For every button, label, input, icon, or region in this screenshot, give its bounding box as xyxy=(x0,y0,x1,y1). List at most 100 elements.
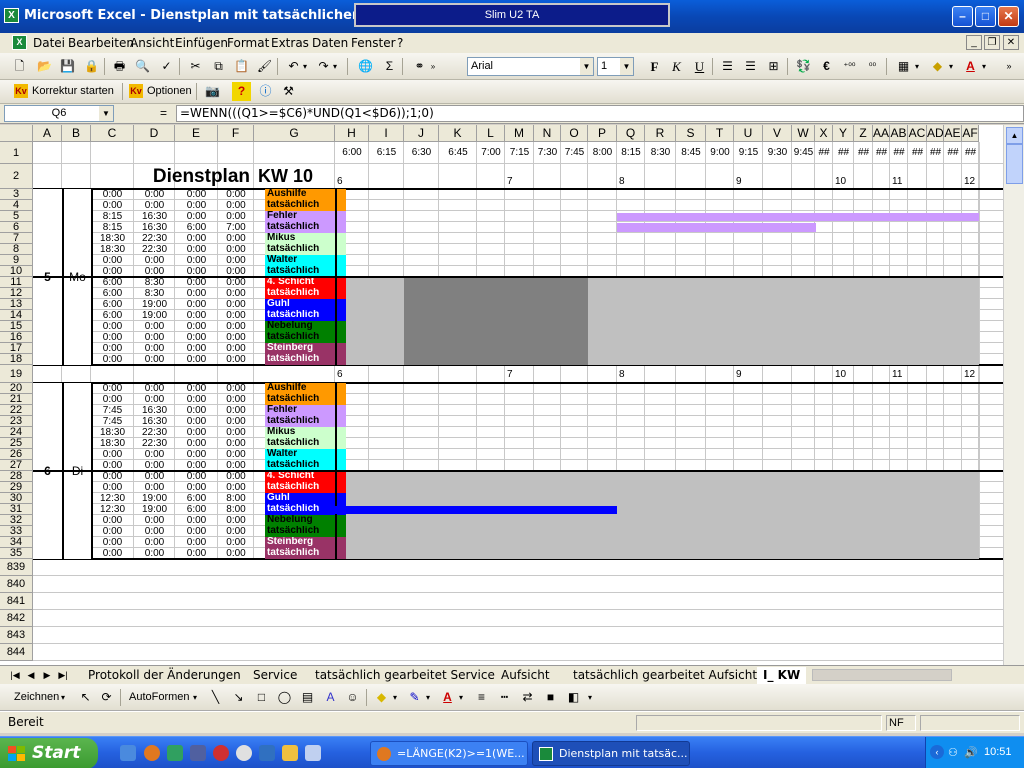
time-cell[interactable]: 0:00 xyxy=(175,439,218,449)
autoformen-menu[interactable]: AutoFormen xyxy=(129,691,190,703)
column-header[interactable]: I xyxy=(369,125,404,142)
euro-icon[interactable]: € xyxy=(817,57,836,76)
time-cell[interactable]: 0:00 xyxy=(218,289,254,299)
time-cell[interactable]: 0:00 xyxy=(175,201,218,211)
time-cell[interactable]: 22:30 xyxy=(134,234,175,244)
doc-close-button[interactable]: ✕ xyxy=(1003,35,1019,50)
rotate-icon[interactable]: ⟳ xyxy=(97,688,116,707)
time-cell[interactable]: 6:00 xyxy=(91,300,134,310)
line-color-icon[interactable]: ✎ xyxy=(405,688,424,707)
row-header[interactable]: 842 xyxy=(0,610,33,627)
time-cell[interactable]: 0:00 xyxy=(218,395,254,405)
column-header[interactable]: C xyxy=(91,125,134,142)
time-cell[interactable]: 7:00 xyxy=(218,223,254,233)
row-header[interactable]: 20 xyxy=(0,383,33,394)
time-cell[interactable]: 0:00 xyxy=(218,527,254,537)
time-cell[interactable]: 16:30 xyxy=(134,223,175,233)
row-header[interactable]: 840 xyxy=(0,576,33,593)
next-sheet-icon[interactable]: ▶ xyxy=(40,668,54,682)
time-cell[interactable]: 0:00 xyxy=(134,472,175,482)
column-header[interactable]: T xyxy=(706,125,734,142)
app-icon[interactable] xyxy=(190,745,206,761)
time-cell[interactable]: 22:30 xyxy=(134,428,175,438)
time-cell[interactable]: 0:00 xyxy=(218,549,254,559)
row-header[interactable]: 21 xyxy=(0,394,33,405)
row-header[interactable]: 19 xyxy=(0,365,33,383)
time-cell[interactable]: 8:00 xyxy=(218,505,254,515)
column-header[interactable]: Y xyxy=(833,125,854,142)
row-header[interactable]: 844 xyxy=(0,644,33,661)
time-cell[interactable]: 0:00 xyxy=(134,190,175,200)
chevron-down-icon[interactable]: ▾ xyxy=(190,688,200,707)
row-header[interactable]: 17 xyxy=(0,343,33,354)
doc-minimize-button[interactable]: _ xyxy=(966,35,982,50)
menu-fenster[interactable]: Fenster xyxy=(351,36,396,50)
menu-datei[interactable]: Datei xyxy=(33,36,65,50)
row-header[interactable]: 8 xyxy=(0,244,33,255)
app-icon[interactable] xyxy=(259,745,275,761)
line-style-icon[interactable]: ≡ xyxy=(472,688,491,707)
column-header[interactable]: AF xyxy=(962,125,979,142)
menu-ansicht[interactable]: Ansicht xyxy=(130,36,174,50)
time-cell[interactable]: 0:00 xyxy=(134,256,175,266)
row-header[interactable]: 23 xyxy=(0,416,33,427)
row-header[interactable]: 15 xyxy=(0,321,33,332)
time-cell[interactable]: 16:30 xyxy=(134,212,175,222)
time-cell[interactable]: 18:30 xyxy=(91,439,134,449)
camera-icon[interactable]: 📷 xyxy=(203,82,222,101)
increase-decimal-icon[interactable]: ⁺⁰⁰ xyxy=(840,57,859,76)
time-cell[interactable]: 0:00 xyxy=(91,355,134,365)
column-header[interactable]: S xyxy=(676,125,706,142)
time-cell[interactable]: 0:00 xyxy=(134,549,175,559)
row-header[interactable]: 14 xyxy=(0,310,33,321)
time-cell[interactable]: 6:00 xyxy=(175,494,218,504)
formula-input[interactable]: =WENN(((Q1>=$C6)*UND(Q1<$D6));1;0) xyxy=(176,105,1024,122)
column-header[interactable]: Q xyxy=(617,125,645,142)
column-header[interactable]: H xyxy=(335,125,369,142)
fill-color-icon[interactable]: ◆ xyxy=(372,688,391,707)
time-cell[interactable]: 12:30 xyxy=(91,505,134,515)
row-header[interactable]: 34 xyxy=(0,537,33,548)
time-cell[interactable]: 0:00 xyxy=(175,538,218,548)
time-cell[interactable]: 0:00 xyxy=(175,190,218,200)
help-icon[interactable]: ? xyxy=(232,82,251,101)
optionen-button[interactable]: Optionen xyxy=(147,85,192,97)
time-cell[interactable]: 0:00 xyxy=(175,384,218,394)
row-header[interactable]: 29 xyxy=(0,482,33,493)
currency-style-icon[interactable]: 💱 xyxy=(794,57,813,76)
time-cell[interactable]: 0:00 xyxy=(175,278,218,288)
prev-sheet-icon[interactable]: ◀ xyxy=(24,668,38,682)
column-header[interactable]: B xyxy=(62,125,91,142)
row-header[interactable]: 10 xyxy=(0,266,33,277)
row-header[interactable]: 9 xyxy=(0,255,33,266)
row-header[interactable]: 22 xyxy=(0,405,33,416)
wordart-icon[interactable]: A xyxy=(321,688,340,707)
arrow-style-icon[interactable]: ⇄ xyxy=(518,688,537,707)
time-cell[interactable]: 6:00 xyxy=(91,311,134,321)
time-cell[interactable]: 22:30 xyxy=(134,245,175,255)
hyperlink-icon[interactable]: 🌐 xyxy=(356,57,375,76)
time-cell[interactable]: 19:00 xyxy=(134,311,175,321)
time-cell[interactable]: 0:00 xyxy=(175,527,218,537)
tray-expand-icon[interactable]: ‹ xyxy=(930,745,944,759)
time-cell[interactable]: 0:00 xyxy=(91,384,134,394)
align-left-icon[interactable]: ☰ xyxy=(718,57,737,76)
time-cell[interactable]: 0:00 xyxy=(175,300,218,310)
font-color-icon[interactable]: A xyxy=(961,57,980,76)
select-all-corner[interactable] xyxy=(0,125,33,142)
chevron-down-icon[interactable]: ▾ xyxy=(423,688,433,707)
doc-restore-button[interactable]: ❐ xyxy=(984,35,1000,50)
scroll-thumb[interactable] xyxy=(1006,144,1023,184)
time-cell[interactable]: 0:00 xyxy=(91,344,134,354)
clipart-icon[interactable]: ☺ xyxy=(343,688,362,707)
tab-aufsicht[interactable]: Aufsicht xyxy=(495,667,556,684)
row-header[interactable]: 28 xyxy=(0,471,33,482)
permission-icon[interactable]: 🔒 xyxy=(82,57,101,76)
time-cell[interactable]: 0:00 xyxy=(218,483,254,493)
column-header[interactable]: O xyxy=(561,125,588,142)
time-cell[interactable]: 0:00 xyxy=(218,450,254,460)
time-cell[interactable]: 0:00 xyxy=(134,333,175,343)
print-icon[interactable]: 🖶 xyxy=(110,57,129,76)
taskbar-item-excel[interactable]: Dienstplan mit tatsäc... xyxy=(532,741,690,766)
start-button[interactable]: Start xyxy=(0,738,98,768)
